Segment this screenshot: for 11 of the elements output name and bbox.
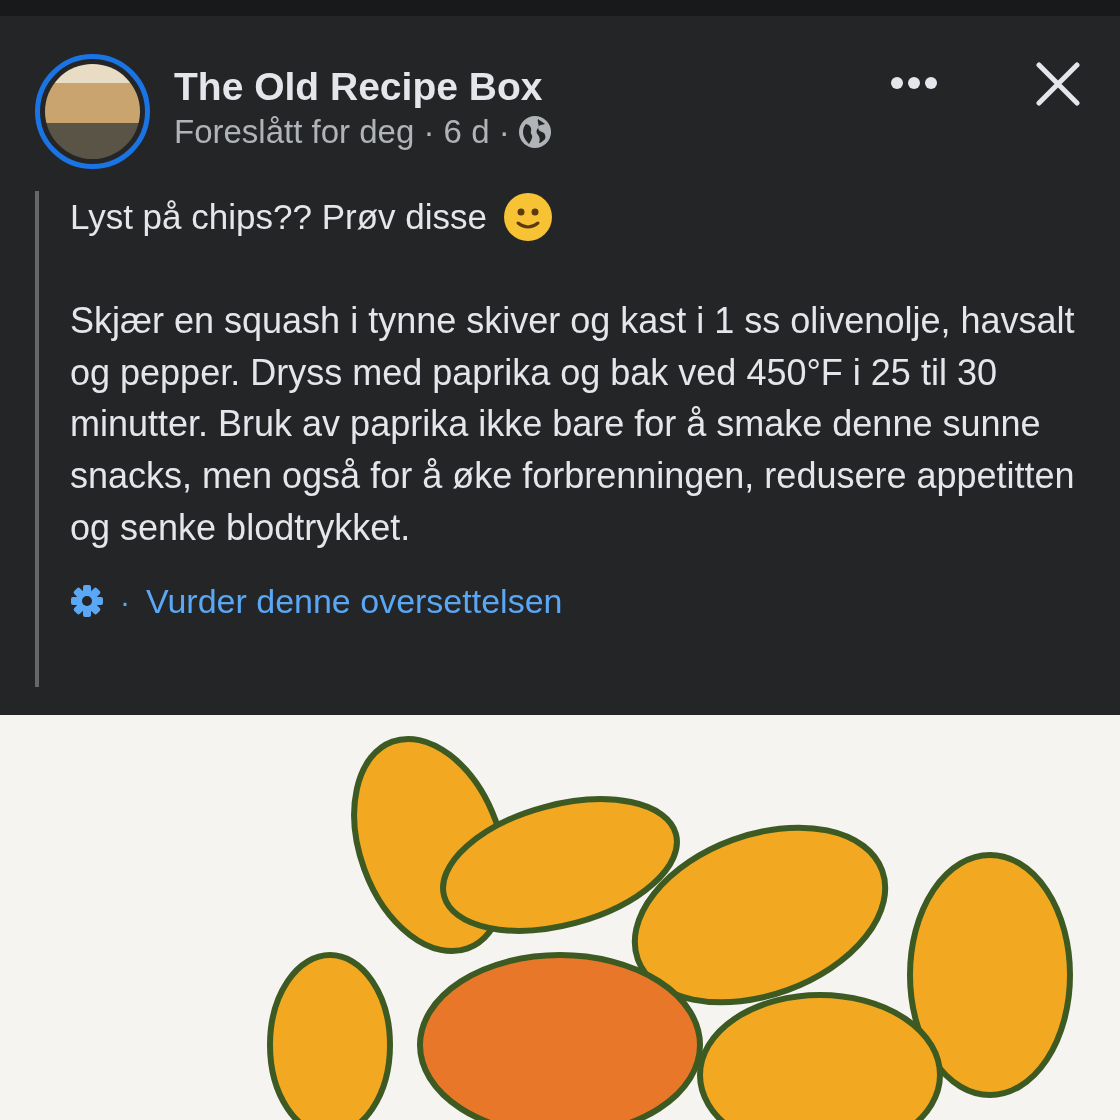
post-headline: Lyst på chips?? Prøv disse [70, 196, 487, 238]
close-icon[interactable] [1036, 62, 1080, 106]
separator-dot: · [120, 583, 130, 620]
more-options-icon[interactable] [890, 76, 938, 90]
rate-translation-link[interactable]: Vurder denne oversettelsen [146, 575, 563, 627]
post-text: Skjær en squash i tynne skiver og kast i 1 ss olivenolje, havsalt og pepper. Dryss med paprika og bak ved 450°F i 25 til 30 minutter. Bruk av paprika ikke bare for å smake denne sunne snacks, men også for å øke forbrenningen, redusere appetitten og senke blodtrykket. [70, 298, 1076, 551]
gear-icon[interactable] [70, 584, 104, 619]
post-meta: Foreslått for deg · 6 d · [174, 111, 510, 152]
author-name[interactable]: The Old Recipe Box [174, 64, 866, 111]
globe-icon [517, 115, 552, 150]
smiley-icon [502, 191, 553, 242]
